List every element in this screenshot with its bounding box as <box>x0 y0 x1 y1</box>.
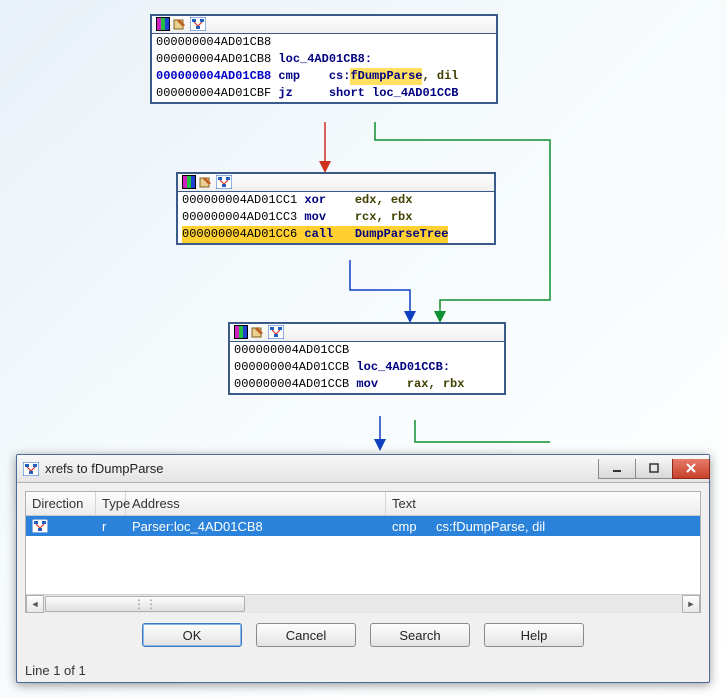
edit-icon <box>251 325 265 339</box>
node-code: 000000004AD01CCB 000000004AD01CCB loc_4A… <box>230 342 504 393</box>
node-header <box>230 324 504 342</box>
xrefs-dialog[interactable]: xrefs to fDumpParse Direction Type Addre… <box>16 454 710 683</box>
basic-block-2[interactable]: 000000004AD01CCB 000000004AD01CCB loc_4A… <box>228 322 506 395</box>
search-button[interactable]: Search <box>370 623 470 647</box>
basic-block-0[interactable]: 000000004AD01CB8 000000004AD01CB8 loc_4A… <box>150 14 498 104</box>
col-direction[interactable]: Direction <box>26 492 96 515</box>
maximize-button[interactable] <box>635 459 673 479</box>
table-row[interactable]: r Parser:loc_4AD01CB8 cmpcs:fDumpParse, … <box>26 516 700 536</box>
col-address[interactable]: Address <box>126 492 386 515</box>
node-code: 000000004AD01CC1 xor edx, edx000000004AD… <box>178 192 494 243</box>
col-text[interactable]: Text <box>386 492 700 515</box>
edit-icon <box>173 17 187 31</box>
scroll-thumb[interactable]: ⋮⋮ <box>45 596 245 612</box>
ok-button[interactable]: OK <box>142 623 242 647</box>
dialog-title: xrefs to fDumpParse <box>45 461 598 476</box>
graph-icon <box>216 175 232 189</box>
row-address: Parser:loc_4AD01CB8 <box>126 519 386 534</box>
basic-block-1[interactable]: 000000004AD01CC1 xor edx, edx000000004AD… <box>176 172 496 245</box>
color-icon <box>156 17 170 31</box>
cancel-button[interactable]: Cancel <box>256 623 356 647</box>
status-bar: Line 1 of 1 <box>17 661 709 682</box>
node-header <box>152 16 496 34</box>
xrefs-table[interactable]: Direction Type Address Text r Parser:loc… <box>25 491 701 613</box>
close-button[interactable] <box>672 459 710 479</box>
graph-icon <box>268 325 284 339</box>
titlebar[interactable]: xrefs to fDumpParse <box>17 455 709 483</box>
horizontal-scrollbar[interactable]: ◄ ⋮⋮ ► <box>26 594 700 612</box>
help-button[interactable]: Help <box>484 623 584 647</box>
scroll-right-button[interactable]: ► <box>682 595 700 613</box>
graph-icon <box>23 462 39 476</box>
minimize-button[interactable] <box>598 459 636 479</box>
scroll-left-button[interactable]: ◄ <box>26 595 44 613</box>
row-type: r <box>96 519 126 534</box>
node-header <box>178 174 494 192</box>
edit-icon <box>199 175 213 189</box>
node-code: 000000004AD01CB8 000000004AD01CB8 loc_4A… <box>152 34 496 102</box>
row-text: cmpcs:fDumpParse, dil <box>386 519 700 534</box>
color-icon <box>182 175 196 189</box>
row-direction-icon <box>26 519 96 533</box>
col-type[interactable]: Type <box>96 492 126 515</box>
graph-icon <box>190 17 206 31</box>
table-header[interactable]: Direction Type Address Text <box>26 492 700 516</box>
color-icon <box>234 325 248 339</box>
